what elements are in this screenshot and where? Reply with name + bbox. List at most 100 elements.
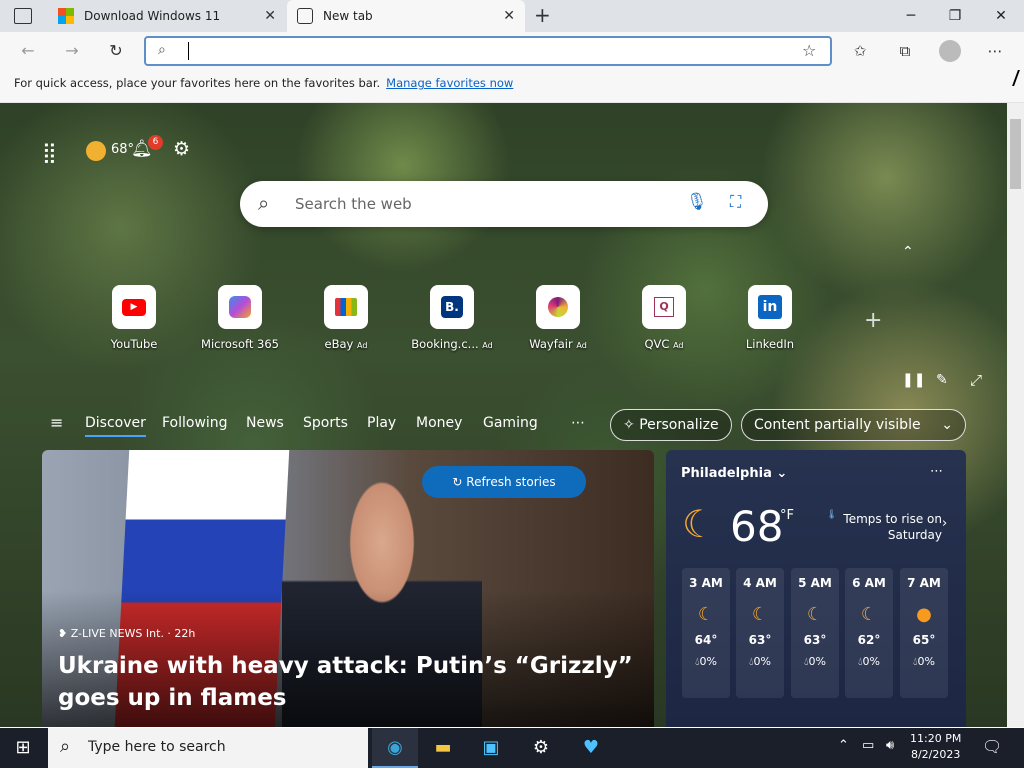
taskbar-clock[interactable]: 11:20 PM 8/2/2023 — [910, 731, 961, 763]
tab-actions-icon[interactable] — [14, 8, 32, 24]
content-visibility-dropdown[interactable]: Content partially visible ⌄ — [741, 409, 966, 441]
pause-background-icon[interactable]: ❚❚ — [902, 372, 925, 388]
taskbar-search-placeholder: Type here to search — [88, 739, 226, 755]
personalize-icon: ✧ — [623, 417, 640, 433]
quicklink-qvc[interactable]: Q QVC Ad — [614, 285, 714, 351]
qvc-icon: Q — [642, 285, 686, 329]
taskbar-search[interactable]: ⌕ Type here to search — [48, 728, 368, 768]
new-tab-plus-icon[interactable]: + — [534, 3, 551, 27]
hour-temp: 64° — [694, 633, 718, 647]
expand-icon[interactable]: ⤢ — [970, 371, 982, 389]
more-tabs-icon[interactable]: ⋯ — [571, 415, 585, 431]
quicklink-booking[interactable]: B. Booking.c... Ad — [402, 285, 502, 351]
close-window-icon[interactable]: ✕ — [986, 4, 1016, 28]
favorites-icon[interactable]: ✩ — [850, 41, 870, 61]
search-icon: ⌕ — [60, 736, 71, 757]
quicklink-label: Booking.c... — [411, 337, 479, 351]
hourly-forecast[interactable]: 5 AM ☾ 63° 💧︎0% — [791, 568, 839, 698]
scrollbar-thumb[interactable] — [1010, 119, 1021, 189]
refresh-stories-button[interactable]: ↻ Refresh stories — [422, 466, 586, 498]
settings-gear-icon[interactable]: ⚙ — [518, 728, 564, 768]
weather-sun-icon[interactable] — [86, 141, 106, 161]
weather-note[interactable]: Temps to rise on Saturday — [842, 511, 942, 543]
tab-sports[interactable]: Sports — [303, 415, 348, 431]
chevron-right-icon[interactable]: › — [942, 516, 947, 531]
tab-discover[interactable]: Discover — [85, 415, 146, 437]
quicklink-linkedin[interactable]: in LinkedIn — [720, 285, 820, 351]
settings-gear-icon[interactable]: ⚙ — [173, 138, 190, 160]
vertical-scrollbar[interactable] — [1007, 103, 1024, 727]
visual-search-icon[interactable]: ⛶ — [730, 192, 741, 212]
chevron-down-icon: ⌄ — [776, 466, 788, 481]
collections-icon[interactable]: ⧉ — [895, 41, 915, 61]
sun-icon: ● — [916, 604, 932, 625]
manage-favorites-link[interactable]: Manage favorites now — [386, 76, 513, 90]
favorites-message: For quick access, place your favorites h… — [14, 76, 381, 90]
health-app-icon[interactable]: ♥ — [568, 728, 614, 768]
network-icon[interactable]: ▭ — [862, 738, 874, 753]
volume-icon[interactable]: 🔊︎ — [886, 738, 894, 753]
file-explorer-icon[interactable]: ▬ — [420, 728, 466, 768]
weather-card[interactable]: Philadelphia ⌄ ⋯ ☾ 68 °F 🌡︎ Temps to ris… — [666, 450, 966, 727]
back-icon[interactable]: ← — [16, 40, 40, 62]
tab-news[interactable]: News — [246, 415, 284, 431]
add-quicklink-icon[interactable]: + — [864, 308, 882, 333]
close-tab-icon[interactable]: ✕ — [264, 8, 276, 24]
start-windows-icon[interactable]: ⊞ — [0, 728, 46, 768]
web-search-box[interactable]: ⌕ Search the web 🎙︎ ⛶ — [240, 181, 768, 227]
tab-new-tab[interactable]: New tab ✕ — [287, 0, 525, 32]
hour-temp: 65° — [912, 633, 936, 647]
hourly-forecast[interactable]: 4 AM ☾ 63° 💧︎0% — [736, 568, 784, 698]
news-headline[interactable]: Ukraine with heavy attack: Putin’s “Griz… — [58, 650, 638, 714]
profile-avatar[interactable] — [939, 40, 961, 62]
forward-icon[interactable]: → — [60, 40, 84, 62]
hour-precip: 💧︎0% — [736, 655, 784, 669]
linkedin-icon: in — [748, 285, 792, 329]
ad-label: Ad — [482, 341, 493, 350]
apps-launcher-icon[interactable]: ⣿ — [42, 140, 57, 164]
close-tab-icon[interactable]: ✕ — [503, 8, 515, 24]
edit-background-icon[interactable]: ✎ — [936, 372, 948, 388]
edge-icon[interactable]: ◉ — [372, 728, 418, 768]
add-favorite-icon[interactable]: ☆ — [802, 41, 816, 60]
current-temp: 68 — [730, 502, 784, 551]
quicklink-microsoft365[interactable]: Microsoft 365 — [190, 285, 290, 351]
clock-time: 11:20 PM — [910, 732, 962, 745]
refresh-icon: ↻ — [452, 475, 467, 489]
hourly-forecast[interactable]: 3 AM ☾ 64° 💧︎0% — [682, 568, 730, 698]
quicklink-youtube[interactable]: ▶ YouTube — [84, 285, 184, 351]
tab-gaming[interactable]: Gaming — [483, 415, 538, 431]
quicklink-label: YouTube — [110, 337, 158, 351]
news-source: ❥ Z-LIVE NEWS Int. · 22h — [58, 627, 195, 640]
collapse-chevron-icon[interactable]: ⌃ — [902, 244, 914, 260]
weather-more-icon[interactable]: ⋯ — [930, 464, 943, 479]
hour-precip: 💧︎0% — [900, 655, 948, 669]
address-bar[interactable]: ⌕ ☆ — [144, 36, 832, 66]
minimize-icon[interactable]: ─ — [896, 4, 926, 28]
ebay-bag-icon — [324, 285, 368, 329]
tab-play[interactable]: Play — [367, 415, 396, 431]
feed-nav: ≡ Discover Following News Sports Play Mo… — [40, 408, 970, 442]
quicklink-label: Wayfair — [529, 337, 573, 351]
notification-center-icon[interactable]: 🗨︎ — [982, 737, 1002, 756]
quicklink-ebay[interactable]: eBay Ad — [296, 285, 396, 351]
tab-money[interactable]: Money — [416, 415, 462, 431]
tab-following[interactable]: Following — [162, 415, 228, 431]
tab-download-windows[interactable]: Download Windows 11 ✕ — [48, 0, 286, 32]
hamburger-menu-icon[interactable]: ≡ — [50, 413, 63, 432]
quicklink-wayfair[interactable]: Wayfair Ad — [508, 285, 608, 351]
microphone-icon[interactable]: 🎙︎ — [686, 192, 708, 212]
personalize-label: Personalize — [639, 417, 719, 433]
hourly-forecast[interactable]: 6 AM ☾ 62° 💧︎0% — [845, 568, 893, 698]
store-icon[interactable]: ▣ — [468, 728, 514, 768]
more-menu-icon[interactable]: ⋯ — [985, 41, 1005, 61]
personalize-button[interactable]: ✧ Personalize — [610, 409, 732, 441]
show-hidden-icons[interactable]: ⌃ — [838, 738, 849, 753]
source-logo-icon: ❥ — [58, 627, 71, 640]
weather-city[interactable]: Philadelphia ⌄ — [681, 466, 787, 481]
hero-news-card[interactable]: ↻ Refresh stories ❥ Z-LIVE NEWS Int. · 2… — [42, 450, 654, 727]
quicklink-label: eBay — [324, 337, 354, 351]
refresh-icon[interactable]: ↻ — [104, 40, 128, 62]
restore-icon[interactable]: ❐ — [940, 4, 970, 28]
hourly-forecast[interactable]: 7 AM ● 65° 💧︎0% — [900, 568, 948, 698]
